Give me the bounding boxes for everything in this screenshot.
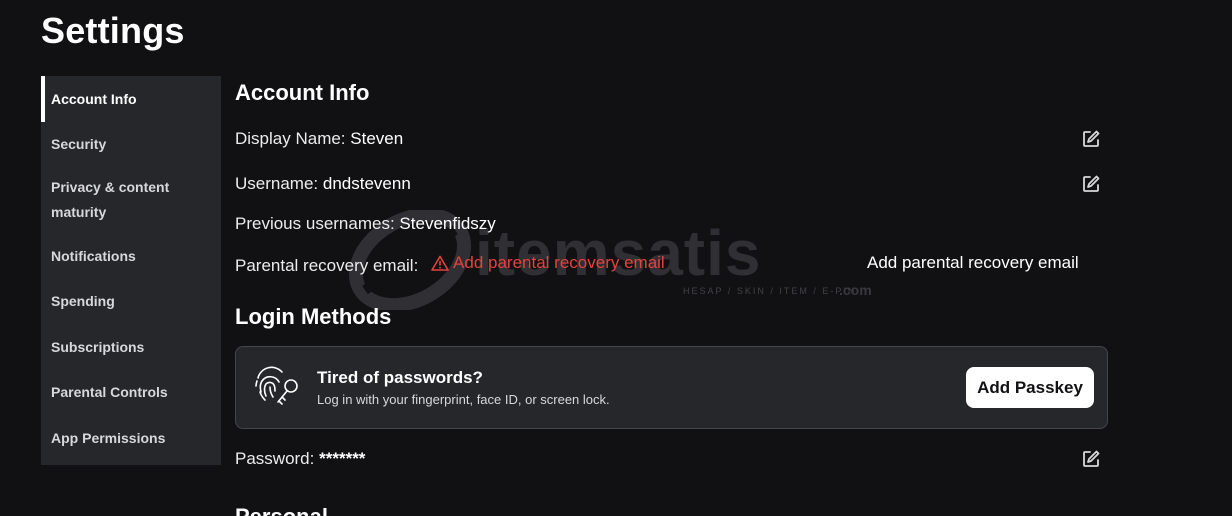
sidebar-item-security[interactable]: Security: [41, 122, 221, 167]
sidebar-item-label: Security: [51, 136, 107, 152]
parental-email-warning-text: Add parental recovery email: [453, 253, 665, 272]
add-passkey-button[interactable]: Add Passkey: [966, 367, 1094, 408]
display-name-row: Display Name: Steven: [235, 129, 403, 149]
sidebar-item-label: Privacy & content maturity: [51, 179, 170, 220]
password-label: Password:: [235, 449, 315, 468]
parental-email-label: Parental recovery email:: [235, 256, 419, 275]
edit-display-name-button[interactable]: [1080, 128, 1102, 150]
watermark-suffix: .com: [839, 282, 872, 298]
account-info-heading: Account Info: [235, 80, 370, 105]
fingerprint-key-icon: [255, 366, 298, 405]
sidebar-item-app-permissions[interactable]: App Permissions: [41, 415, 221, 461]
parental-email-warning-link[interactable]: Add parental recovery email: [431, 253, 665, 273]
sidebar-item-label: Parental Controls: [51, 384, 168, 400]
password-value: *******: [319, 449, 366, 468]
page-title: Settings: [41, 10, 185, 51]
previous-usernames-label: Previous usernames:: [235, 214, 395, 233]
passkey-card: Tired of passwords? Log in with your fin…: [235, 346, 1108, 429]
watermark-tagline: HESAP / SKIN / ITEM / E-PIN: [683, 286, 857, 296]
previous-usernames-value: Stevenfidszy: [399, 214, 496, 233]
previous-usernames-row: Previous usernames: Stevenfidszy: [235, 214, 496, 234]
username-row: Username: dndstevenn: [235, 174, 411, 194]
sidebar-item-label: Account Info: [51, 90, 137, 107]
sidebar-item-subscriptions[interactable]: Subscriptions: [41, 324, 221, 370]
settings-page: Settings Account Info Security Privacy &…: [0, 0, 1232, 516]
parental-email-row: Parental recovery email: Add parental re…: [235, 253, 665, 276]
edit-username-button[interactable]: [1080, 173, 1102, 195]
sidebar-item-notifications[interactable]: Notifications: [41, 233, 221, 279]
sidebar-item-privacy[interactable]: Privacy & content maturity: [41, 167, 221, 233]
edit-password-button[interactable]: [1080, 448, 1102, 470]
edit-icon: [1083, 450, 1100, 467]
edit-icon: [1083, 175, 1100, 192]
sidebar-item-account-info[interactable]: Account Info: [41, 76, 221, 122]
display-name-value: Steven: [350, 129, 404, 148]
passkey-subtitle: Log in with your fingerprint, face ID, o…: [317, 392, 610, 407]
sidebar-item-parental-controls[interactable]: Parental Controls: [41, 370, 221, 415]
passkey-title: Tired of passwords?: [317, 368, 483, 387]
warning-triangle-icon: [431, 255, 449, 271]
sidebar-item-label: Subscriptions: [51, 338, 145, 355]
username-label: Username:: [235, 174, 319, 193]
display-name-label: Display Name:: [235, 129, 346, 148]
login-methods-heading: Login Methods: [235, 304, 392, 329]
sidebar-item-label: Notifications: [51, 247, 136, 264]
settings-sidebar: Account Info Security Privacy & content …: [41, 76, 221, 465]
sidebar-item-label: Spending: [51, 293, 115, 309]
sidebar-item-label: App Permissions: [51, 429, 166, 446]
sidebar-item-spending[interactable]: Spending: [41, 279, 221, 324]
add-parental-email-link[interactable]: Add parental recovery email: [867, 253, 1079, 273]
personal-heading: Personal: [235, 504, 328, 516]
password-row: Password: *******: [235, 449, 365, 469]
edit-icon: [1083, 130, 1100, 147]
username-value: dndstevenn: [322, 174, 411, 193]
